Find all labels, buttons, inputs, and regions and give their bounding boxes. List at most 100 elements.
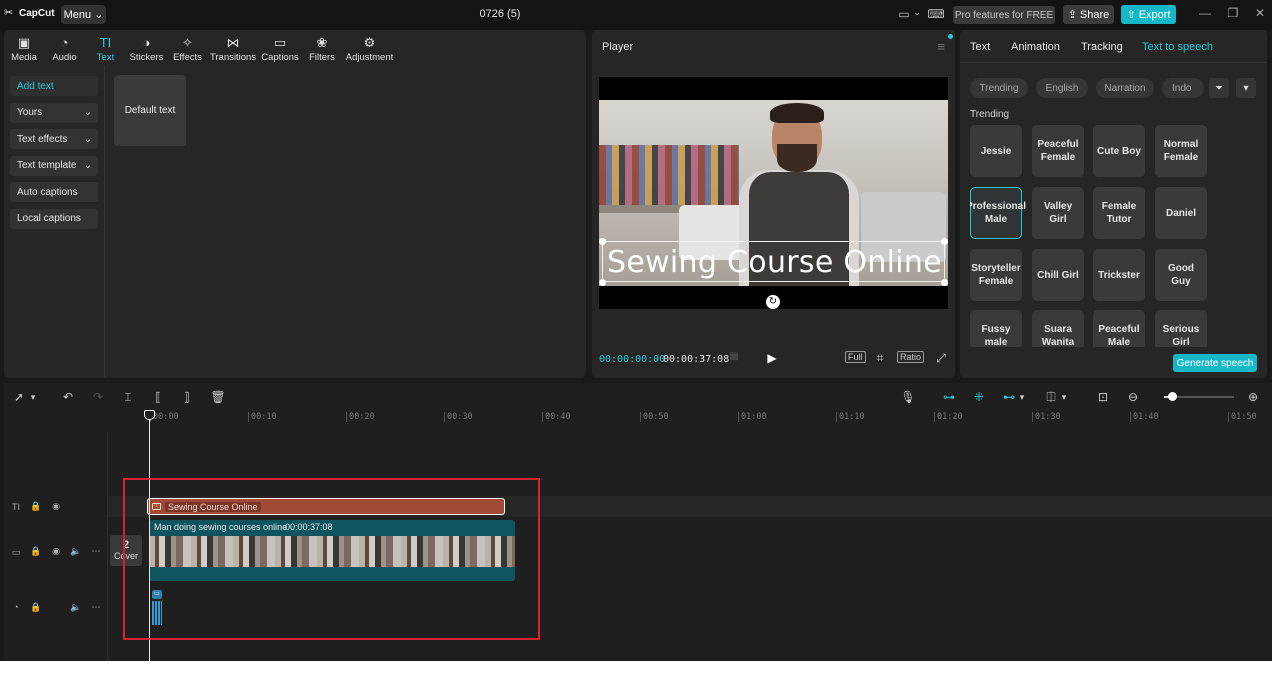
tool-stickers[interactable]: ◑ Stickers xyxy=(126,30,167,66)
tab-text-to-speech[interactable]: Text to speech xyxy=(1142,41,1213,53)
delete-icon[interactable]: 🗑 xyxy=(209,389,227,405)
filter-trending[interactable]: Trending xyxy=(970,78,1028,98)
chevron-down-icon[interactable]: ▾ xyxy=(1236,78,1256,98)
sidebar-item-yours[interactable]: Yours ⌄ xyxy=(10,102,98,123)
sidebar-item-add-text[interactable]: Add text xyxy=(10,76,98,96)
playhead-handle[interactable] xyxy=(144,410,155,420)
tool-effects[interactable]: ✧ Effects xyxy=(167,30,208,66)
split-icon[interactable]: ⌶ xyxy=(119,389,137,405)
tool-transitions[interactable]: ⋈ Transitions xyxy=(208,30,258,66)
filter-indo[interactable]: Indo xyxy=(1162,78,1204,98)
redo-icon[interactable]: ↷ xyxy=(89,389,107,405)
pro-features-button[interactable]: Pro features for FREE xyxy=(953,6,1055,24)
close-icon[interactable]: ✕ xyxy=(1252,6,1268,22)
sidebar-item-text-template[interactable]: Text template ⌄ xyxy=(10,155,98,176)
tab-animation[interactable]: Animation xyxy=(1011,41,1060,53)
undo-icon[interactable]: ↶ xyxy=(59,389,77,405)
tool-text[interactable]: TI Text xyxy=(85,30,126,66)
lock-icon[interactable]: 🔒 xyxy=(30,546,42,557)
voice-storyteller-female[interactable]: Storyteller Female xyxy=(970,249,1022,301)
more-icon[interactable]: ⋯ xyxy=(90,546,102,557)
full-quality-button[interactable]: Full xyxy=(845,351,866,367)
share-button[interactable]: ⇪ Share xyxy=(1063,5,1114,24)
voice-female-tutor[interactable]: Female Tutor xyxy=(1093,187,1145,239)
time-ruler[interactable]: 00:00 00:10 00:20 00:30 00:40 00:50 01:0… xyxy=(150,410,1272,424)
trim-left-icon[interactable]: ⟦ xyxy=(149,389,167,405)
voice-normal-female[interactable]: Normal Female xyxy=(1155,125,1207,177)
hamburger-menu-icon[interactable]: ≡ xyxy=(937,39,945,54)
zoom-out-icon[interactable]: ⊖ xyxy=(1124,389,1142,405)
voice-serious-girl[interactable]: Serious Girl xyxy=(1155,310,1207,347)
voice-good-guy[interactable]: Good Guy xyxy=(1155,249,1207,301)
trim-right-icon[interactable]: ⟧ xyxy=(178,389,196,405)
default-text-card[interactable]: Default text xyxy=(114,75,186,146)
subtitle-icon[interactable]: ⊡ xyxy=(1094,389,1112,405)
voice-peaceful-male[interactable]: Peaceful Male xyxy=(1093,310,1145,347)
keyboard-icon[interactable]: ⌨ xyxy=(927,7,945,21)
zoom-slider[interactable] xyxy=(1164,392,1234,401)
timecode-grid-icon[interactable]: ▦ xyxy=(726,351,742,367)
zoom-knob[interactable] xyxy=(1168,392,1177,401)
voice-valley-girl[interactable]: Valley Girl xyxy=(1032,187,1084,239)
microphone-icon[interactable]: 🎙 xyxy=(899,389,917,405)
volume-icon[interactable]: 🔈 xyxy=(70,546,82,557)
layout-icon[interactable]: ▭ xyxy=(895,7,913,21)
linkage-icon[interactable]: ⊷ xyxy=(1000,389,1018,405)
chevron-down-icon[interactable]: ⌄ xyxy=(912,7,922,21)
voice-daniel[interactable]: Daniel xyxy=(1155,187,1207,239)
voice-peaceful-female[interactable]: Peaceful Female xyxy=(1032,125,1084,177)
voice-trickster[interactable]: Trickster xyxy=(1093,249,1145,301)
filter-narration[interactable]: Narration xyxy=(1096,78,1154,98)
sidebar-item-auto-captions[interactable]: Auto captions xyxy=(10,182,98,202)
sidebar-item-local-captions[interactable]: Local captions xyxy=(10,208,98,229)
tool-adjustment[interactable]: ⚙ Adjustment xyxy=(342,30,397,66)
lock-icon[interactable]: 🔒 xyxy=(30,501,42,512)
voice-cute-boy[interactable]: Cute Boy xyxy=(1093,125,1145,177)
voice-chill-girl[interactable]: Chill Girl xyxy=(1032,249,1084,301)
restore-icon[interactable]: ❐ xyxy=(1225,6,1241,22)
sidebar-item-text-effects[interactable]: Text effects ⌄ xyxy=(10,129,98,149)
chevron-down-icon[interactable]: ▾ xyxy=(1017,389,1027,405)
more-icon[interactable]: ⋯ xyxy=(90,602,102,613)
tool-filters[interactable]: ❀ Filters xyxy=(302,30,342,66)
minimize-icon[interactable]: — xyxy=(1197,6,1213,22)
filter-icon[interactable]: ⏷ xyxy=(1209,78,1229,98)
filter-english[interactable]: English xyxy=(1036,78,1088,98)
volume-icon[interactable]: 🔈 xyxy=(70,602,82,613)
resize-handle-bottom-left[interactable] xyxy=(599,279,606,286)
preview-axis-icon[interactable]: ⎅ xyxy=(1042,389,1060,405)
play-icon[interactable]: ▶ xyxy=(764,351,780,367)
tool-audio[interactable]: ◔ Audio xyxy=(44,30,85,66)
rotate-icon[interactable]: ↻ xyxy=(766,295,780,309)
text-overlay[interactable]: Sewing Course Online xyxy=(603,246,946,280)
tab-text[interactable]: Text xyxy=(970,41,990,53)
lock-icon[interactable]: 🔒 xyxy=(30,602,42,613)
video-preview[interactable]: Sewing Course Online ↻ xyxy=(599,77,948,309)
voice-suara-wanita[interactable]: Suara Wanita xyxy=(1032,310,1084,347)
magnet-link-icon[interactable]: ⊶ xyxy=(940,389,958,405)
fit-icon[interactable]: ⌗ xyxy=(872,351,888,367)
tool-media[interactable]: ▣ Media xyxy=(4,30,44,66)
eye-icon[interactable]: ◉ xyxy=(50,501,62,512)
tool-captions[interactable]: ▭ Captions xyxy=(258,30,302,66)
voice-professional-male[interactable]: Professional Male xyxy=(970,187,1026,239)
chevron-down-icon[interactable]: ▾ xyxy=(1059,389,1069,405)
tab-tracking[interactable]: Tracking xyxy=(1081,41,1123,53)
chevron-down-icon[interactable]: ▾ xyxy=(27,389,39,405)
resize-handle-bottom-right[interactable] xyxy=(941,279,948,286)
generate-speech-button[interactable]: Generate speech xyxy=(1173,354,1257,372)
resize-handle-top-left[interactable] xyxy=(599,238,606,245)
resize-handle-top-right[interactable] xyxy=(941,238,948,245)
voice-jessie[interactable]: Jessie xyxy=(970,125,1022,177)
text-overlay-box[interactable]: Sewing Course Online xyxy=(602,241,945,282)
auto-snap-icon[interactable]: ⁜ xyxy=(970,389,988,405)
fullscreen-icon[interactable]: ⤢ xyxy=(933,351,949,367)
export-button[interactable]: ⇧ Export xyxy=(1121,5,1176,24)
voice-fussy-male[interactable]: Fussy male xyxy=(970,310,1022,347)
select-cursor-icon[interactable]: ➚ xyxy=(10,389,28,405)
ratio-button[interactable]: Ratio xyxy=(897,351,925,367)
ruler-tick: 01:20 xyxy=(934,412,963,422)
effects-icon: ✧ xyxy=(182,35,193,50)
zoom-in-icon[interactable]: ⊕ xyxy=(1244,389,1262,405)
eye-icon[interactable]: ◉ xyxy=(50,546,62,557)
